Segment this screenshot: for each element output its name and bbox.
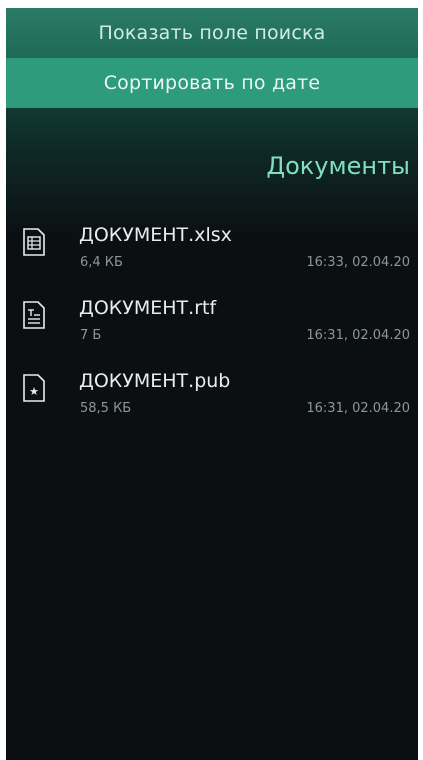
svg-text:★: ★ <box>29 385 39 398</box>
file-date: 16:31, 02.04.20 <box>306 401 410 416</box>
file-row-rtf[interactable]: ДОКУМЕНТ.rtf 7 Б 16:31, 02.04.20 <box>6 291 418 364</box>
page-title: Документы <box>266 152 410 180</box>
file-row-xlsx[interactable]: ДОКУМЕНТ.xlsx 6,4 КБ 16:33, 02.04.20 <box>6 218 418 291</box>
file-name: ДОКУМЕНТ.rtf <box>79 297 217 319</box>
file-size: 58,5 КБ <box>80 401 132 416</box>
show-search-field-menu-item[interactable]: Показать поле поиска <box>6 8 418 58</box>
file-row-pub[interactable]: ★ ДОКУМЕНТ.pub 58,5 КБ 16:31, 02.04.20 <box>6 364 418 437</box>
app-screen: Показать поле поиска Сортировать по дате… <box>6 8 418 760</box>
file-name: ДОКУМЕНТ.xlsx <box>79 224 232 246</box>
file-list: ДОКУМЕНТ.xlsx 6,4 КБ 16:33, 02.04.20 ДОК… <box>6 218 418 437</box>
star-document-icon: ★ <box>23 374 45 402</box>
file-size: 7 Б <box>80 328 102 343</box>
pulley-menu: Показать поле поиска Сортировать по дате <box>6 8 418 108</box>
text-document-icon <box>23 301 45 329</box>
file-date: 16:31, 02.04.20 <box>306 328 410 343</box>
spreadsheet-icon <box>23 228 45 256</box>
sort-by-date-menu-item[interactable]: Сортировать по дате <box>6 58 418 108</box>
file-name: ДОКУМЕНТ.pub <box>79 370 231 392</box>
file-size: 6,4 КБ <box>80 255 123 270</box>
file-date: 16:33, 02.04.20 <box>306 255 410 270</box>
